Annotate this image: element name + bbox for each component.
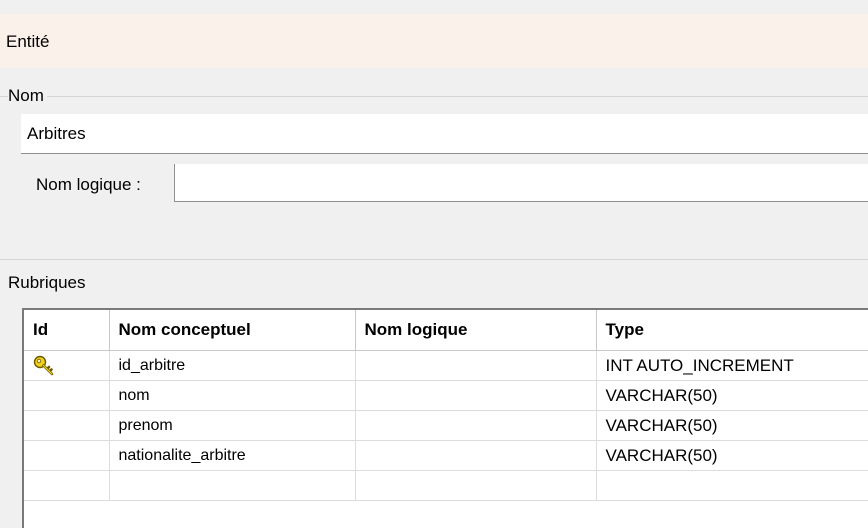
fields-group-line	[0, 259, 868, 260]
entity-title: Entité	[6, 32, 50, 51]
id-cell	[24, 350, 110, 381]
column-header-conceptual-name[interactable]: Nom conceptuel	[109, 310, 356, 351]
name-group-label: Nom	[8, 86, 47, 106]
logical-name-input[interactable]	[174, 164, 868, 202]
logical-name-cell[interactable]	[355, 470, 597, 501]
entity-name-input[interactable]: Arbitres	[21, 114, 868, 154]
type-cell[interactable]: INT AUTO_INCREMENT	[596, 350, 868, 381]
table-row[interactable]: prenom VARCHAR(50)	[24, 410, 868, 441]
conceptual-name-cell[interactable]: nom	[109, 380, 356, 411]
type-cell[interactable]: VARCHAR(50)	[596, 410, 868, 441]
key-icon	[33, 355, 54, 375]
header-row: Id Nom conceptuel Nom logique Type	[24, 310, 868, 351]
type-cell[interactable]	[596, 470, 868, 501]
table-row[interactable]: id_arbitre INT AUTO_INCREMENT	[24, 350, 868, 381]
fields-grid[interactable]: Id Nom conceptuel Nom logique Type id_ar…	[22, 308, 868, 528]
table-row-empty[interactable]	[24, 470, 868, 501]
fields-group-label: Rubriques	[8, 273, 89, 293]
type-cell[interactable]: VARCHAR(50)	[596, 440, 868, 471]
id-cell	[24, 410, 110, 441]
entity-title-bar: Entité	[0, 14, 868, 68]
id-cell	[24, 470, 110, 501]
column-header-id[interactable]: Id	[24, 310, 110, 351]
table-row[interactable]: nationalite_arbitre VARCHAR(50)	[24, 440, 868, 471]
id-cell	[24, 440, 110, 471]
logical-name-cell[interactable]	[355, 410, 597, 441]
logical-name-label: Nom logique :	[36, 175, 141, 194]
name-group-line	[6, 96, 868, 97]
column-header-type[interactable]: Type	[596, 310, 868, 351]
fields-table: Id Nom conceptuel Nom logique Type id_ar…	[24, 310, 868, 501]
conceptual-name-cell[interactable]: prenom	[109, 410, 356, 441]
conceptual-name-cell[interactable]	[109, 470, 356, 501]
conceptual-name-cell[interactable]: id_arbitre	[109, 350, 356, 381]
type-cell[interactable]: VARCHAR(50)	[596, 380, 868, 411]
logical-name-cell[interactable]	[355, 380, 597, 411]
table-row[interactable]: nom VARCHAR(50)	[24, 380, 868, 411]
logical-name-cell[interactable]	[355, 440, 597, 471]
conceptual-name-cell[interactable]: nationalite_arbitre	[109, 440, 356, 471]
column-header-logical-name[interactable]: Nom logique	[355, 310, 597, 351]
logical-name-cell[interactable]	[355, 350, 597, 381]
id-cell	[24, 380, 110, 411]
